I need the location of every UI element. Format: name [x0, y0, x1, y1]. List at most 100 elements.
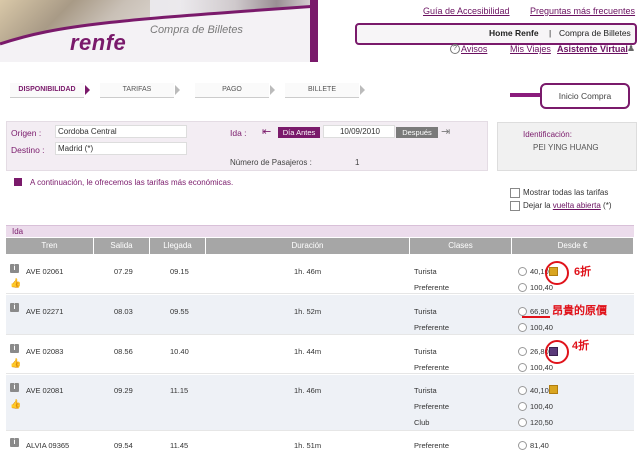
avisos-link[interactable]: Avisos [461, 44, 487, 54]
info-text: A continuación, le ofrecemos las tarifas… [30, 178, 234, 187]
price-radio[interactable] [518, 402, 527, 411]
step-billete: BILLETE [285, 83, 359, 98]
price: 100,40 [530, 283, 553, 292]
clase-preferente: Preferente [414, 441, 450, 450]
annotation-label: 昂貴的原價 [552, 305, 607, 317]
clase-club: Club [414, 418, 430, 427]
price: 40,10 [530, 386, 549, 395]
decorative-bar [510, 93, 540, 97]
llegada-time: 11.15 [170, 386, 189, 395]
breadcrumb-current: Compra de Billetes [559, 28, 631, 38]
mis-viajes-link[interactable]: Mis Viajes [510, 44, 551, 54]
salida-time: 09.54 [114, 441, 133, 450]
tren-number: AVE 02081 [26, 386, 64, 395]
clase-turista: Turista [414, 307, 437, 316]
destino-field[interactable]: Madrid (*) [55, 142, 187, 155]
step-disponibilidad: DISPONIBILIDAD [10, 83, 84, 98]
table-row: i 👍 AVE 02083 08.56 10.40 1h. 44m Turist… [6, 336, 634, 374]
col-clases: Clases [410, 238, 512, 254]
accesibilidad-link[interactable]: Guía de Accesibilidad [423, 6, 510, 16]
step-pago: PAGO [195, 83, 269, 98]
fecha-field[interactable]: 10/09/2010 [323, 125, 395, 138]
salida-time: 08.56 [114, 347, 133, 356]
price: 81,40 [530, 441, 549, 450]
renfe-logo[interactable]: renfe [70, 30, 126, 56]
thumbs-up-icon: 👍 [10, 278, 22, 288]
previous-day-icon[interactable]: ⇤ [262, 125, 271, 138]
info-bullet-icon [14, 178, 22, 186]
clase-preferente: Preferente [414, 363, 450, 372]
step-arrow-icon [360, 85, 365, 95]
price-radio[interactable] [518, 418, 527, 427]
progress-steps: DISPONIBILIDAD TARIFAS PAGO BILLETE [10, 83, 380, 99]
col-llegada: Llegada [150, 238, 206, 254]
vuelta-abierta-post: (*) [600, 201, 612, 210]
despues-button[interactable]: Después [396, 127, 438, 138]
info-icon[interactable]: i [10, 303, 19, 312]
tren-number: AVE 02271 [26, 307, 64, 316]
price: 100,40 [530, 402, 553, 411]
step-tarifas: TARIFAS [100, 83, 174, 98]
price-radio[interactable] [518, 386, 527, 395]
clase-turista: Turista [414, 347, 437, 356]
llegada-time: 11.45 [170, 441, 189, 450]
thumbs-up-icon: 👍 [10, 358, 22, 368]
origen-label: Origen : [11, 128, 42, 138]
info-icon[interactable]: i [10, 383, 19, 392]
price-radio[interactable] [518, 283, 527, 292]
duracion: 1h. 46m [294, 386, 322, 395]
mostrar-todas-label: Mostrar todas las tarifas [523, 188, 609, 197]
clase-preferente: Preferente [414, 283, 450, 292]
banner-title: Compra de Billetes [150, 24, 243, 36]
step-arrow-icon [270, 85, 275, 95]
annotation-circle [545, 261, 569, 285]
price-radio[interactable] [518, 347, 527, 356]
price: 66,90 [530, 307, 549, 316]
col-desde: Desde € [512, 238, 634, 254]
duracion: 1h. 52m [294, 307, 322, 316]
col-duracion: Duración [206, 238, 410, 254]
tren-number: AVE 02061 [26, 267, 64, 276]
vuelta-abierta-label: Dejar la vuelta abierta (*) [523, 201, 612, 210]
table-header: Tren Salida Llegada Duración Clases Desd… [6, 238, 634, 254]
info-icon[interactable]: i [10, 344, 19, 353]
asistente-virtual-link[interactable]: Asistente Virtual [557, 44, 628, 54]
tren-number: ALVIA 09365 [26, 441, 70, 450]
help-icon[interactable]: ? [450, 44, 460, 54]
duracion: 1h. 51m [294, 441, 322, 450]
dia-antes-button[interactable]: Día Antes [278, 127, 320, 138]
price-radio[interactable] [518, 267, 527, 276]
step-arrow-icon [175, 85, 180, 95]
origen-field[interactable]: Cordoba Central [55, 125, 187, 138]
clase-turista: Turista [414, 267, 437, 276]
table-row: i 👍 AVE 02081 09.29 11.15 1h. 46m Turist… [6, 375, 634, 431]
identificacion-panel: Identificación: PEI YING HUANG [497, 122, 637, 171]
llegada-time: 09.55 [170, 307, 189, 316]
breadcrumb-home[interactable]: Home Renfe [489, 28, 539, 38]
next-day-icon[interactable]: ⇥ [441, 125, 450, 138]
price-radio[interactable] [518, 307, 527, 316]
vuelta-abierta-link[interactable]: vuelta abierta [553, 201, 601, 210]
breadcrumb-separator: | [549, 28, 552, 38]
annotation-label: 4折 [572, 340, 590, 352]
info-icon[interactable]: i [10, 438, 19, 447]
price-radio[interactable] [518, 323, 527, 332]
breadcrumb: Home Renfe | Compra de Billetes [355, 23, 637, 45]
tren-number: AVE 02083 [26, 347, 64, 356]
price-radio[interactable] [518, 441, 527, 450]
vuelta-abierta-checkbox[interactable] [510, 201, 520, 211]
step-arrow-icon [85, 85, 90, 95]
preguntas-link[interactable]: Preguntas más frecuentes [530, 6, 635, 16]
salida-time: 07.29 [114, 267, 133, 276]
duracion: 1h. 46m [294, 267, 322, 276]
price-radio[interactable] [518, 363, 527, 372]
pasajeros-label: Número de Pasajeros : [230, 158, 312, 167]
table-row: i 👍 AVE 02061 07.29 09.15 1h. 46m Turist… [6, 256, 634, 294]
info-icon[interactable]: i [10, 264, 19, 273]
user-name: PEI YING HUANG [533, 143, 599, 152]
price: 100,40 [530, 323, 553, 332]
ida-section-header: Ida [6, 225, 634, 237]
inicio-compra-button[interactable]: Inicio Compra [540, 83, 630, 109]
pasajeros-value: 1 [355, 158, 360, 167]
mostrar-todas-checkbox[interactable] [510, 188, 520, 198]
